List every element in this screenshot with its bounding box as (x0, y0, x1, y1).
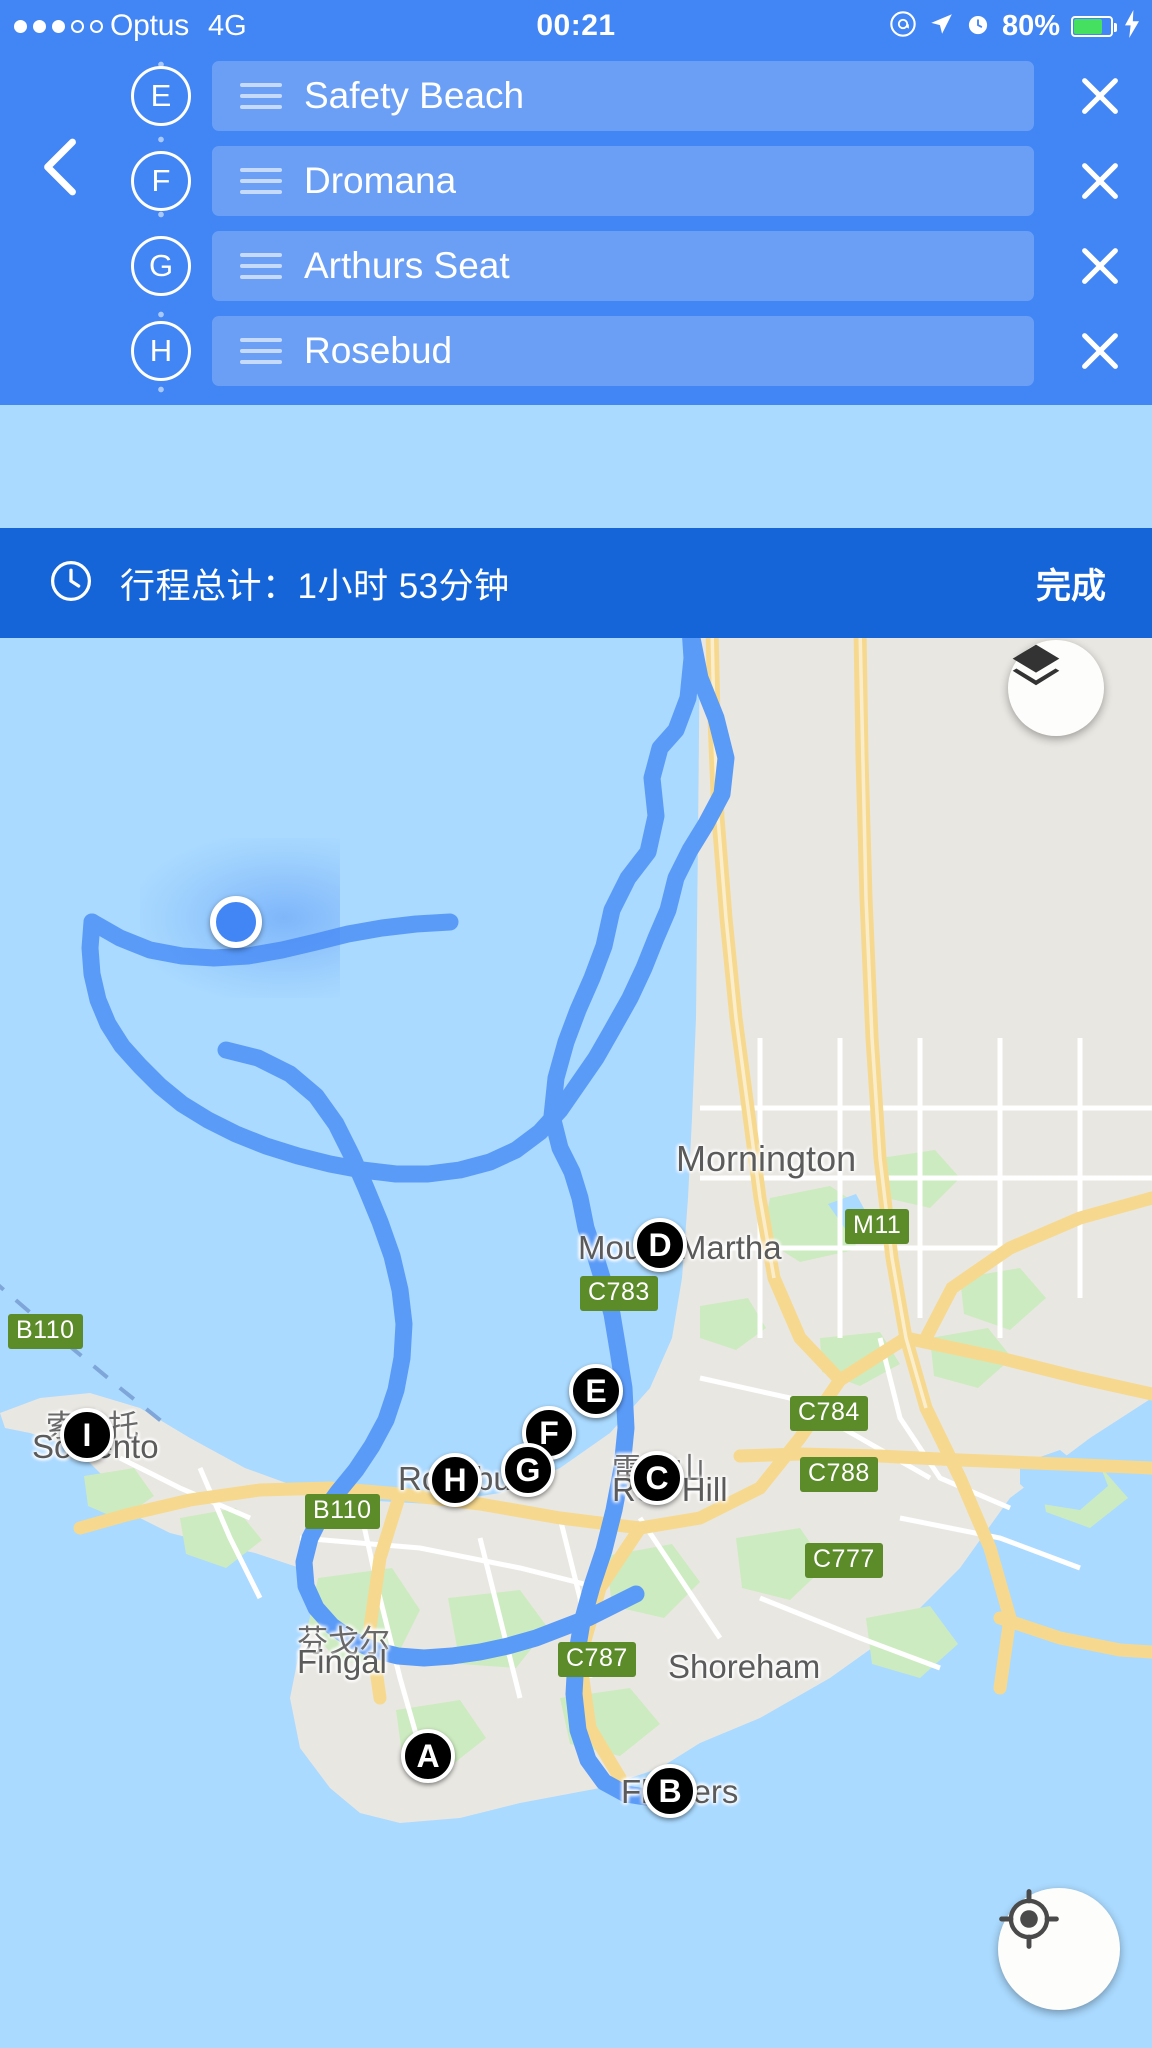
waypoint-row-h[interactable]: H Rosebud (0, 316, 1152, 386)
trip-summary-bar: 行程总计：1小时 53分钟 完成 (0, 528, 1152, 638)
road-shield-b110-west: B110 (8, 1314, 83, 1349)
location-arrow-icon (928, 11, 954, 42)
waypoint-panel: E Safety Beach F Dromana G Arthurs Seat … (0, 52, 1152, 405)
map-layers-button[interactable] (1008, 640, 1104, 736)
waypoint-field-g[interactable]: Arthurs Seat (212, 231, 1034, 301)
map-marker-d[interactable]: D (633, 1218, 687, 1272)
waypoint-badge-e: E (131, 66, 191, 126)
remove-waypoint-h-button[interactable] (1068, 316, 1132, 386)
my-location-button[interactable] (998, 1888, 1120, 2010)
waypoint-badge-g: G (131, 236, 191, 296)
my-location-icon (999, 1889, 1059, 1949)
waypoint-badge-h: H (131, 321, 191, 381)
map-marker-h[interactable]: H (428, 1453, 482, 1507)
road-shield-c777: C777 (805, 1543, 883, 1578)
map-marker-i[interactable]: I (60, 1408, 114, 1462)
close-icon (1082, 333, 1118, 369)
waypoint-field-e[interactable]: Safety Beach (212, 61, 1034, 131)
drag-handle-icon[interactable] (240, 338, 282, 364)
waypoint-name-g: Arthurs Seat (304, 245, 510, 286)
trip-total-label: 行程总计：1小时 53分钟 (120, 566, 510, 606)
layers-icon (1012, 644, 1060, 686)
status-bar-right: 80% (889, 0, 1140, 52)
waypoint-row-f[interactable]: F Dromana (0, 146, 1152, 216)
road-shield-b110-east: B110 (305, 1494, 380, 1529)
charging-bolt-icon (1124, 9, 1140, 43)
battery-icon (1071, 15, 1117, 37)
phone-screen: Optus 4G 00:21 80% E Safety Beach F Drom… (0, 0, 1152, 2048)
remove-waypoint-g-button[interactable] (1068, 231, 1132, 301)
waypoint-name-h: Rosebud (304, 330, 453, 371)
battery-percent-label: 80% (1001, 9, 1060, 42)
remove-waypoint-f-button[interactable] (1068, 146, 1132, 216)
drag-handle-icon[interactable] (240, 83, 282, 109)
road-shield-c783: C783 (580, 1276, 658, 1311)
waypoint-field-f[interactable]: Dromana (212, 146, 1034, 216)
close-icon (1082, 163, 1118, 199)
alarm-clock-icon (965, 11, 991, 42)
road-shield-c784: C784 (790, 1396, 868, 1431)
map-marker-g[interactable]: G (501, 1443, 555, 1497)
map-marker-a[interactable]: A (401, 1729, 455, 1783)
close-icon (1082, 78, 1118, 114)
remove-waypoint-e-button[interactable] (1068, 61, 1132, 131)
road-shield-c788: C788 (800, 1457, 878, 1492)
map-marker-e[interactable]: E (569, 1364, 623, 1418)
waypoint-field-h[interactable]: Rosebud (212, 316, 1034, 386)
map-marker-b[interactable]: B (643, 1764, 697, 1818)
map-label-mornington: Mornington (676, 1138, 857, 1179)
waypoint-row-e[interactable]: E Safety Beach (0, 61, 1152, 131)
drag-handle-icon[interactable] (240, 253, 282, 279)
waypoint-name-f: Dromana (304, 160, 457, 201)
map-marker-c[interactable]: C (630, 1451, 684, 1505)
rotation-lock-icon (889, 10, 917, 43)
map-canvas[interactable]: B110 B110 C783 C784 C788 C777 C787 M11 M… (0, 638, 1152, 2048)
road-shield-m11: M11 (845, 1209, 910, 1244)
map-label-shoreham: Shoreham (668, 1648, 821, 1685)
map-label-fingal: Fingal (297, 1643, 387, 1680)
waypoint-name-e: Safety Beach (304, 75, 525, 116)
user-location-dot[interactable] (210, 896, 262, 948)
drag-handle-icon[interactable] (240, 168, 282, 194)
status-bar: Optus 4G 00:21 80% (0, 0, 1152, 52)
clock-icon (48, 558, 94, 609)
waypoint-row-g[interactable]: G Arthurs Seat (0, 231, 1152, 301)
road-shield-c787: C787 (558, 1642, 636, 1677)
done-button[interactable]: 完成 (1036, 558, 1106, 609)
waypoint-badge-f: F (131, 151, 191, 211)
trip-total-group: 行程总计：1小时 53分钟 (48, 558, 510, 609)
close-icon (1082, 248, 1118, 284)
